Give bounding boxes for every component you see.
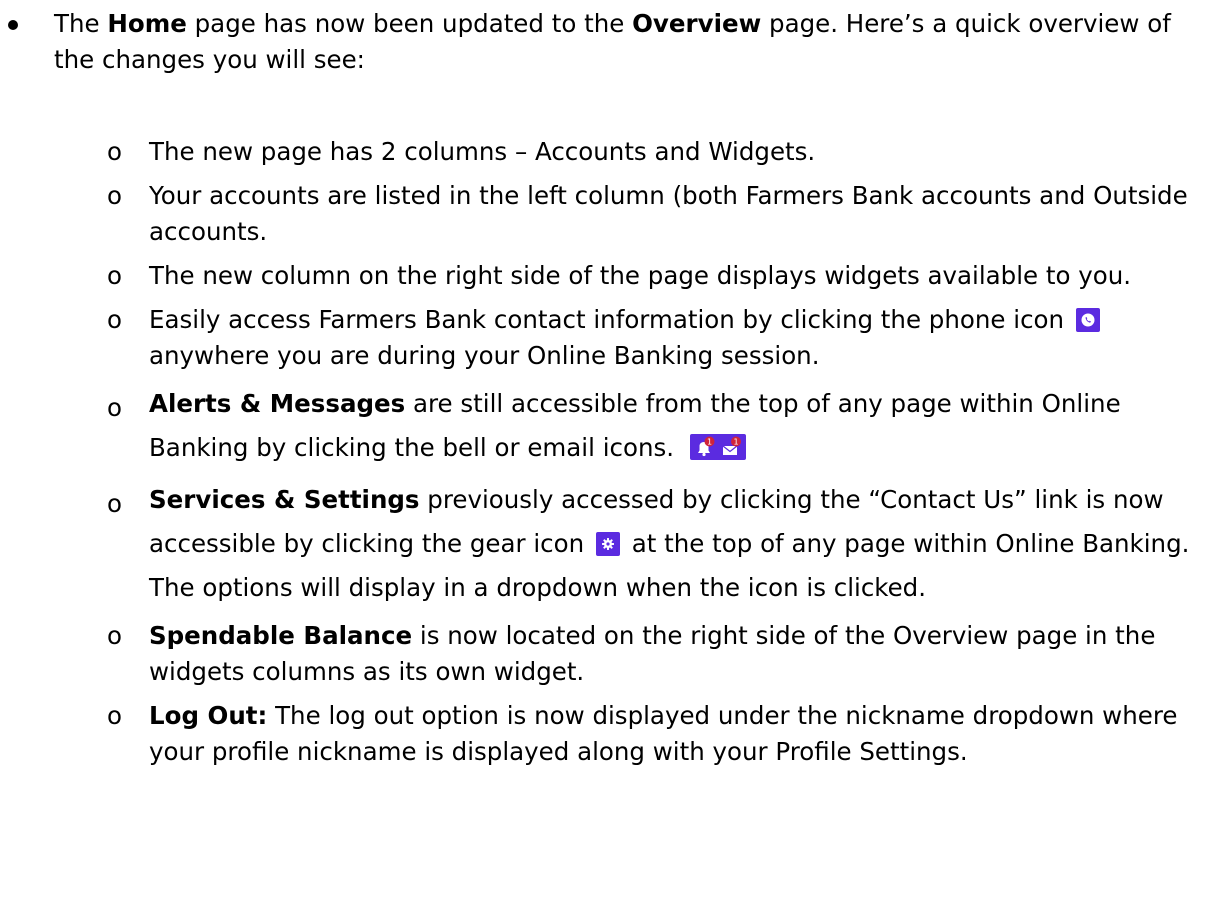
bold-alerts-messages: Alerts & Messages xyxy=(149,389,406,418)
list-marker: o xyxy=(107,621,122,650)
document-page: The Home page has now been updated to th… xyxy=(0,0,1218,917)
list-item: o The new page has 2 columns – Accounts … xyxy=(0,134,1218,170)
list-item-text: The new column on the right side of the … xyxy=(149,261,1132,290)
bold-log-out: Log Out: xyxy=(149,701,268,730)
intro-part: page has now been updated to the xyxy=(186,9,633,38)
list-item-text: Easily access Farmers Bank contact infor… xyxy=(149,302,1204,374)
list-item-text: Log Out: The log out option is now displ… xyxy=(149,698,1204,770)
list-item-text: Your accounts are listed in the left col… xyxy=(149,181,1188,246)
list-item-text: Spendable Balance is now located on the … xyxy=(149,618,1204,690)
intro-text: The Home page has now been updated to th… xyxy=(54,6,1204,78)
intro-part: The xyxy=(54,9,108,38)
list-marker: o xyxy=(107,701,122,730)
bold-spendable-balance: Spendable Balance xyxy=(149,621,413,650)
phone-icon xyxy=(1075,308,1100,332)
list-marker: o xyxy=(107,489,122,518)
text-before-phone: Easily access Farmers Bank contact infor… xyxy=(149,305,1065,334)
list-item-text: The new page has 2 columns – Accounts an… xyxy=(149,137,816,166)
gear-icon xyxy=(595,532,620,556)
list-item-text: Alerts & Messages are still accessible f… xyxy=(149,382,1204,470)
alert-message-icons: 1 1 xyxy=(689,434,746,460)
list-item: o Spendable Balance is now located on th… xyxy=(0,618,1218,690)
bell-badge: 1 xyxy=(707,438,712,447)
list-item-text: Services & Settings previously accessed … xyxy=(149,478,1204,610)
list-marker: o xyxy=(107,305,122,334)
list-marker: o xyxy=(107,137,122,166)
intro-bold-home: Home xyxy=(107,9,187,38)
text-after-phone: anywhere you are during your Online Bank… xyxy=(149,341,820,370)
list-item: o Services & Settings previously accesse… xyxy=(0,478,1218,610)
list-item: o Your accounts are listed in the left c… xyxy=(0,178,1218,250)
list-item: o Alerts & Messages are still accessible… xyxy=(0,382,1218,470)
list-marker: o xyxy=(107,261,122,290)
change-list: o The new page has 2 columns – Accounts … xyxy=(0,134,1218,778)
intro-bold-overview: Overview xyxy=(632,9,762,38)
list-item: o The new column on the right side of th… xyxy=(0,258,1218,294)
email-icon xyxy=(722,445,738,455)
list-marker: o xyxy=(107,393,122,422)
list-marker: o xyxy=(107,181,122,210)
email-badge: 1 xyxy=(733,438,738,447)
list-item: o Log Out: The log out option is now dis… xyxy=(0,698,1218,770)
bold-services-settings: Services & Settings xyxy=(149,485,420,514)
list-item: o Easily access Farmers Bank contact inf… xyxy=(0,302,1218,374)
bullet-dot xyxy=(8,20,18,30)
logout-text: The log out option is now displayed unde… xyxy=(149,701,1178,766)
